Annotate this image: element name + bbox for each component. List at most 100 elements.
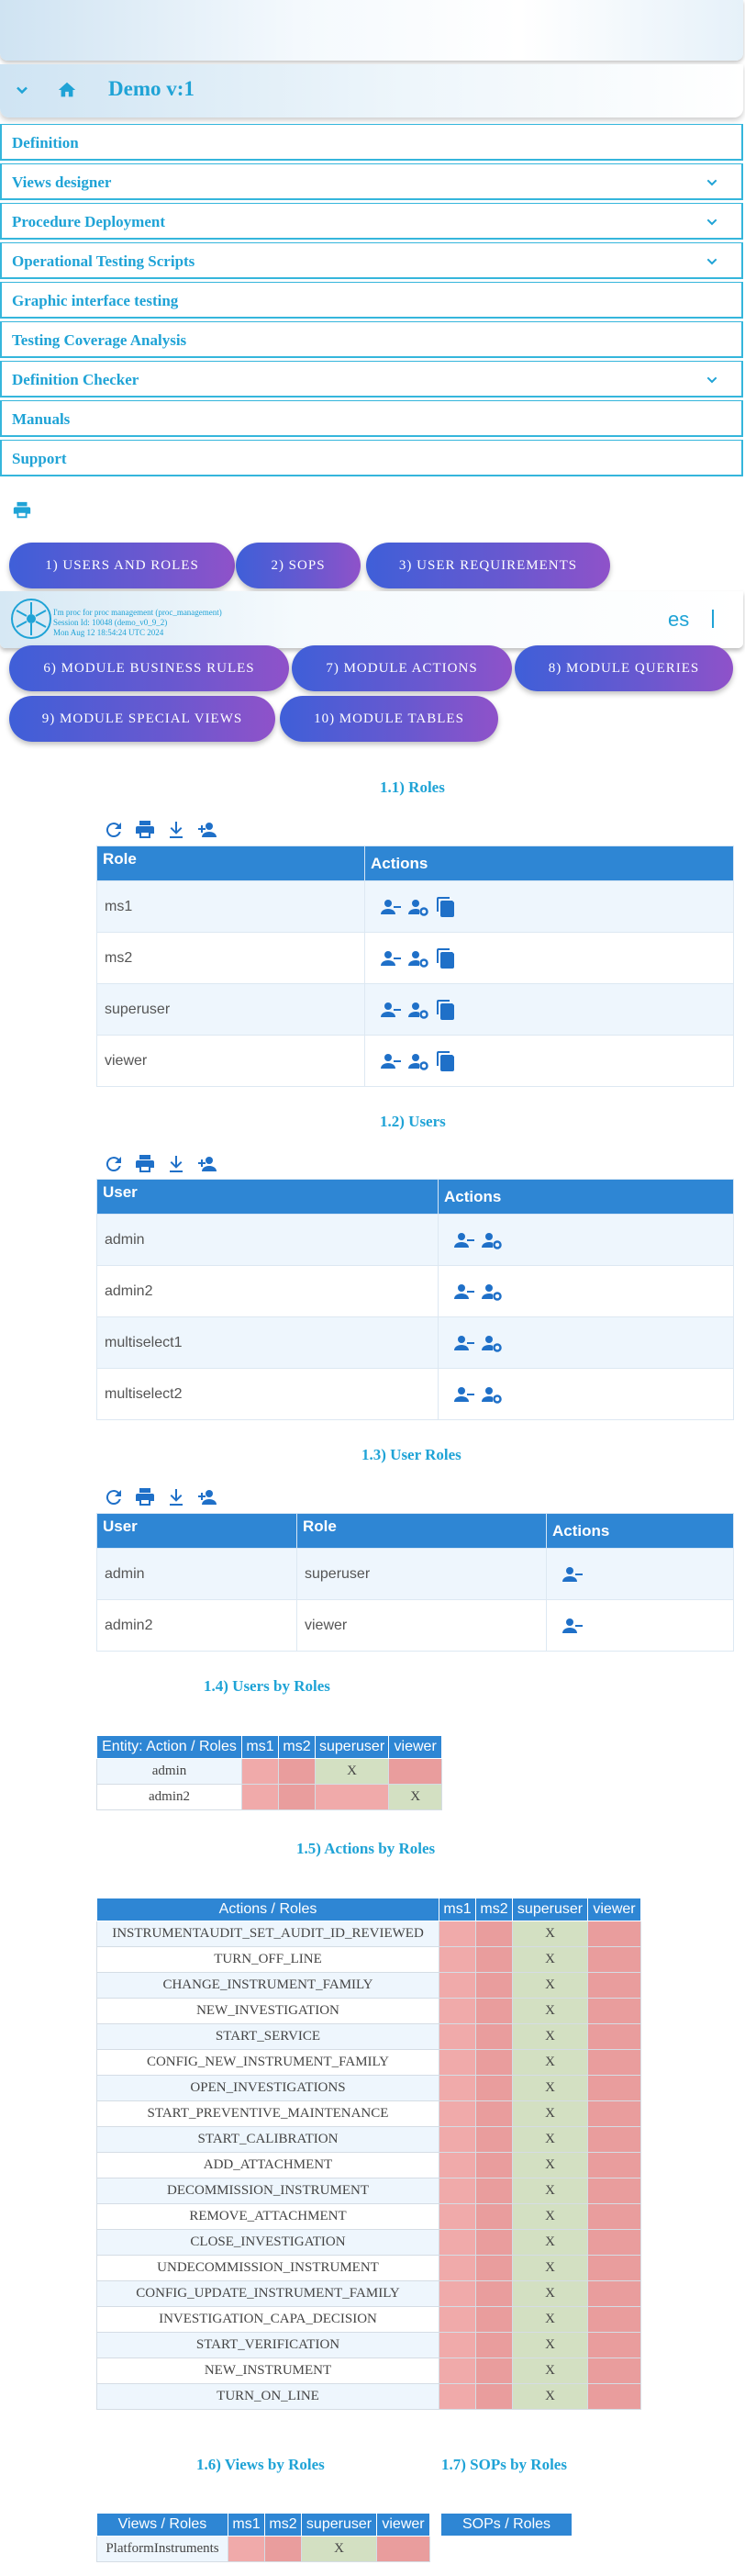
permission-cell [475,1972,513,1999]
tab-module-queries[interactable]: 8) MODULE QUERIES [515,645,733,691]
tab-module-tables[interactable]: 10) MODULE TABLES [280,696,498,742]
menu-item[interactable]: Definition Checker [0,361,743,398]
permission-cell [439,2255,476,2281]
matrix-row: CLOSE_INVESTIGATION X [96,2229,641,2256]
menu-item[interactable]: Manuals [0,400,743,437]
permission-cell [314,1784,390,1810]
permission-cell [439,2075,476,2101]
menu-item-label: Graphic interface testing [12,292,179,309]
menu-item[interactable]: Views designer [0,163,743,200]
column-header: ms1 [439,1898,476,1921]
person-settings-icon[interactable] [481,1383,503,1406]
copy-icon[interactable] [435,947,457,969]
permission-cell [587,2126,641,2153]
chevron-down-icon[interactable] [13,81,31,99]
language-switch[interactable]: es [668,608,689,632]
download-icon[interactable] [165,819,187,841]
remove-person-icon[interactable] [453,1281,475,1303]
matrix-header-row: Actions / Roles ms1 ms2 superuser viewer [96,1898,641,1921]
user-name: multiselect2 [96,1368,439,1420]
copy-icon[interactable] [435,1050,457,1072]
sops-by-roles-matrix: SOPs / Roles [440,2513,573,2537]
tab-user-requirements[interactable]: 3) USER REQUIREMENTS [366,543,610,588]
refresh-icon[interactable] [103,819,125,841]
column-header-user: User [96,1179,439,1215]
permission-cell [587,1998,641,2024]
remove-person-icon[interactable] [453,1332,475,1354]
print-icon[interactable] [134,819,156,841]
matrix-row: START_CALIBRATION X [96,2126,641,2153]
print-icon[interactable] [134,1486,156,1508]
remove-person-icon[interactable] [453,1229,475,1251]
menu-item-label: Definition Checker [12,371,139,388]
session-user: I'm proc for proc management (proc_manag… [53,608,222,617]
permission-cell [587,2075,641,2101]
menu-item[interactable]: Graphic interface testing [0,282,743,319]
person-settings-icon[interactable] [481,1281,503,1303]
column-header: viewer [587,1898,641,1921]
user-roles-table: User Role Actions admin superuser admin2 vi… [96,1513,734,1652]
menu-item[interactable]: Procedure Deployment [0,203,743,240]
role-name: viewer [96,1035,365,1087]
person-settings-icon[interactable] [407,896,429,918]
permission-cell [439,2280,476,2307]
download-icon[interactable] [165,1153,187,1175]
tab-module-actions[interactable]: 7) MODULE ACTIONS [292,645,512,691]
matrix-row: admin2 X [96,1784,443,1810]
section-title-users: 1.2) Users [380,1113,446,1130]
add-person-icon[interactable] [196,1153,218,1175]
top-bar [0,0,743,61]
permission-cell [439,2178,476,2204]
row-label: OPEN_INVESTIGATIONS [96,2075,439,2101]
permission-cell [241,1784,279,1810]
row-label: CLOSE_INVESTIGATION [96,2229,439,2256]
print-icon[interactable] [12,500,32,521]
remove-person-icon[interactable] [453,1383,475,1406]
person-settings-icon[interactable] [481,1229,503,1251]
row-actions [364,880,734,933]
refresh-icon[interactable] [103,1486,125,1508]
remove-person-icon[interactable] [380,1050,402,1072]
permission-cell [587,1921,641,1947]
remove-person-icon[interactable] [380,999,402,1021]
remove-person-icon[interactable] [562,1563,584,1585]
remove-person-icon[interactable] [380,896,402,918]
chevron-down-icon[interactable] [705,373,719,387]
menu-item[interactable]: Definition [0,124,743,161]
column-header: ms1 [228,2513,265,2537]
menu-item-label: Operational Testing Scripts [12,252,195,270]
add-person-icon[interactable] [196,819,218,841]
row-label: admin2 [96,1784,242,1810]
section-title-actions-by-roles: 1.5) Actions by Roles [296,1840,436,1857]
home-icon[interactable] [57,80,77,100]
refresh-icon[interactable] [103,1153,125,1175]
remove-person-icon[interactable] [380,947,402,969]
chevron-down-icon[interactable] [705,254,719,269]
person-settings-icon[interactable] [407,999,429,1021]
column-header: viewer [388,1735,443,1759]
row-label: START_CALIBRATION [96,2126,439,2153]
remove-person-icon[interactable] [562,1615,584,1637]
table-row: multiselect2 [96,1368,734,1420]
add-person-icon[interactable] [196,1486,218,1508]
row-actions [438,1368,734,1420]
chevron-down-icon[interactable] [705,175,719,190]
menu-item[interactable]: Support [0,440,743,476]
menu-item[interactable]: Testing Coverage Analysis [0,321,743,358]
chevron-down-icon[interactable] [705,215,719,230]
copy-icon[interactable] [435,999,457,1021]
tab-module-special-views[interactable]: 9) MODULE SPECIAL VIEWS [9,696,275,742]
tab-sops[interactable]: 2) SOPS [236,543,361,588]
person-settings-icon[interactable] [407,947,429,969]
menu-item[interactable]: Operational Testing Scripts [0,242,743,279]
download-icon[interactable] [165,1486,187,1508]
permission-cell [587,2203,641,2230]
copy-icon[interactable] [435,896,457,918]
person-settings-icon[interactable] [481,1332,503,1354]
roles-toolbar [103,819,218,841]
column-header-user: User [96,1513,297,1549]
person-settings-icon[interactable] [407,1050,429,1072]
print-icon[interactable] [134,1153,156,1175]
tab-users-and-roles[interactable]: 1) USERS AND ROLES [9,543,235,588]
tab-module-business-rules[interactable]: 6) MODULE BUSINESS RULES [9,645,289,691]
